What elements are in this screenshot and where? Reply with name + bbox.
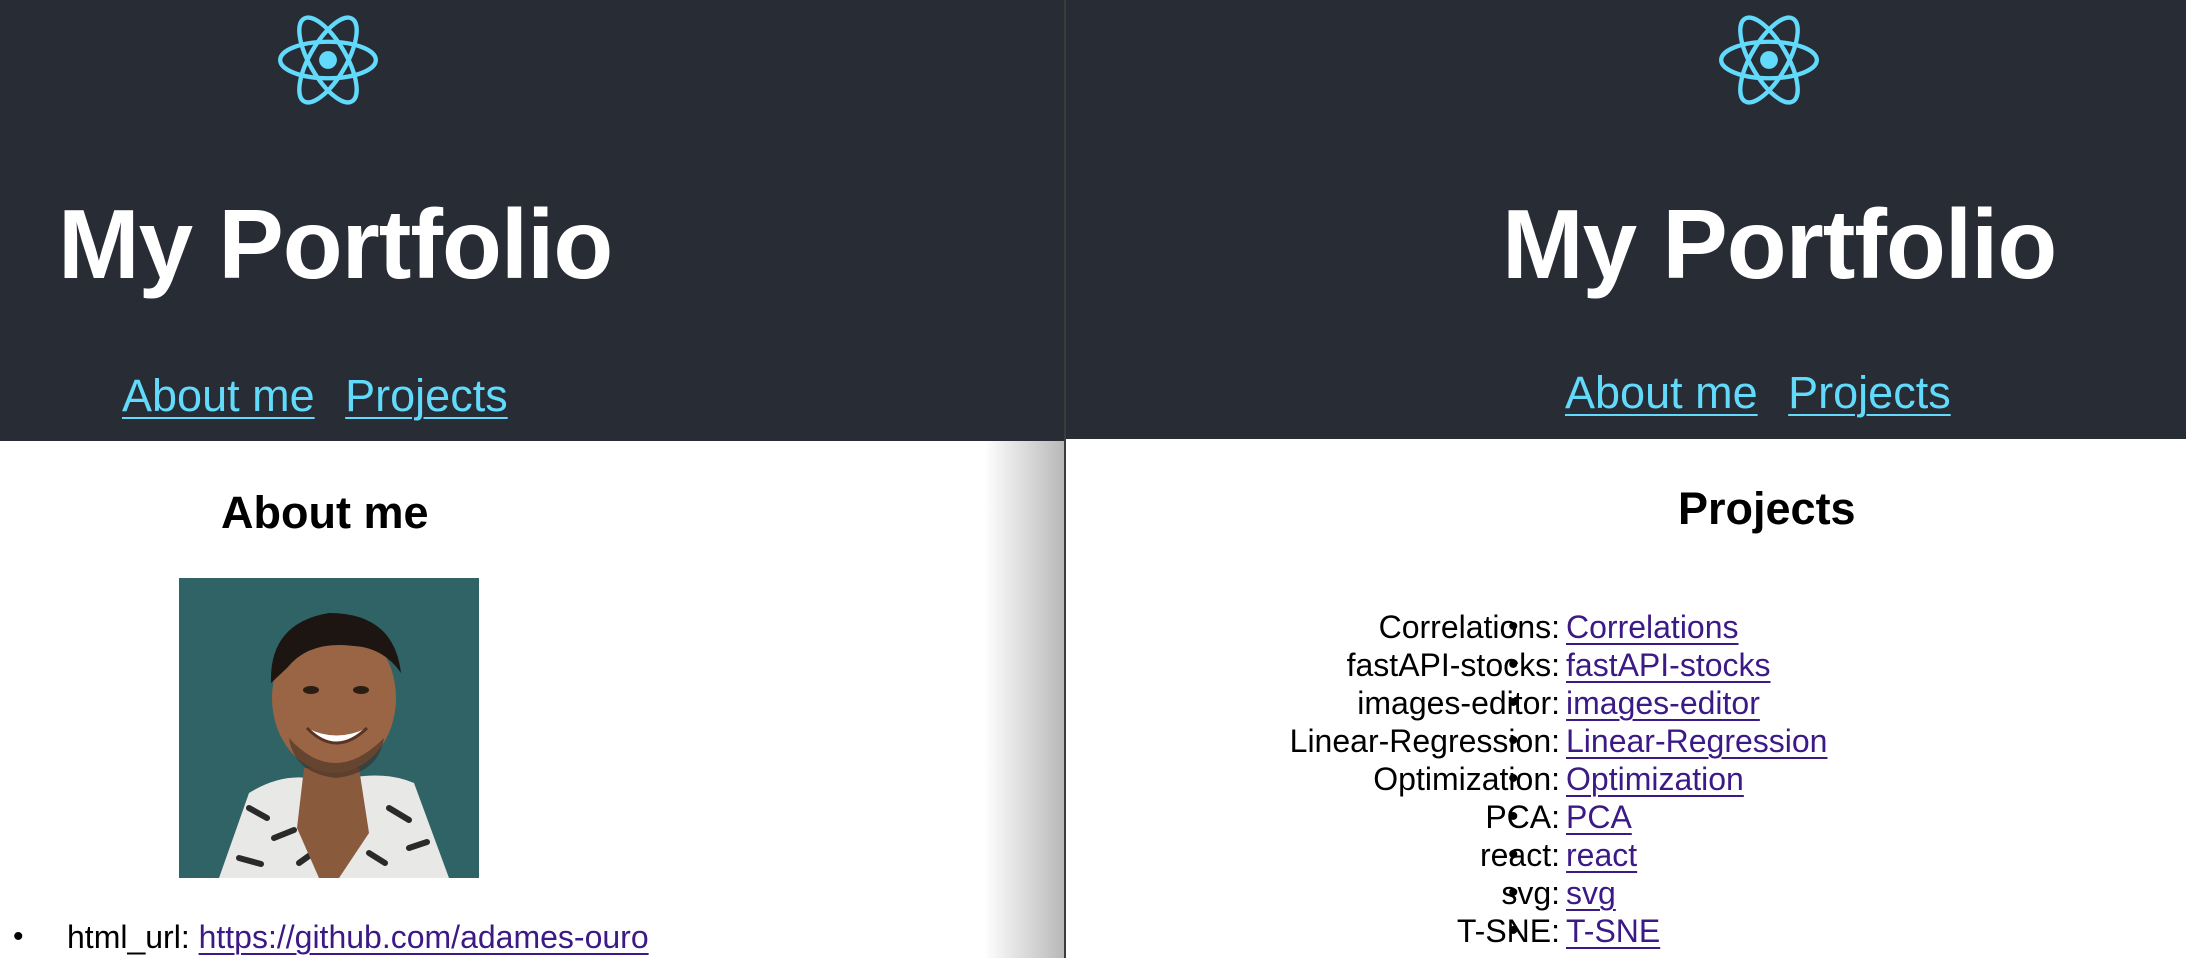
nav-projects-link[interactable]: Projects bbox=[1788, 367, 1951, 418]
site-title: My Portfolio bbox=[1502, 189, 2057, 299]
project-name: Optimization: bbox=[1373, 761, 1560, 797]
left-browser-pane: My Portfolio About me Projects About me bbox=[0, 0, 1064, 958]
project-name: Correlations: bbox=[1378, 609, 1560, 645]
project-name: react: bbox=[1479, 837, 1560, 873]
project-list-item: • Correlations: Correlations bbox=[1066, 608, 2186, 646]
bullet-icon: • bbox=[13, 920, 24, 953]
nav-projects-link[interactable]: Projects bbox=[345, 370, 508, 421]
nav-about-me-link[interactable]: About me bbox=[1565, 367, 1758, 418]
projects-heading: Projects bbox=[1678, 483, 1856, 534]
project-name: Linear-Regression: bbox=[1289, 723, 1560, 759]
project-link[interactable]: react bbox=[1566, 836, 1637, 874]
site-title: My Portfolio bbox=[58, 189, 613, 299]
project-link[interactable]: images-editor bbox=[1566, 684, 1760, 722]
list-item: • html_url: https://github.com/adames-ou… bbox=[0, 918, 649, 956]
about-me-heading: About me bbox=[221, 487, 429, 538]
site-header: My Portfolio About me Projects bbox=[0, 0, 1064, 441]
project-link[interactable]: Optimization bbox=[1566, 760, 1744, 798]
react-atom-icon bbox=[278, 15, 378, 105]
project-name: PCA: bbox=[1485, 799, 1560, 835]
project-name: T-SNE: bbox=[1456, 913, 1560, 949]
project-list-item: • Linear-Regression: Linear-Regression bbox=[1066, 722, 2186, 760]
project-list-item: • images-editor: images-editor bbox=[1066, 684, 2186, 722]
project-name: images-editor: bbox=[1357, 685, 1560, 721]
site-header: My Portfolio About me Projects bbox=[1066, 0, 2186, 439]
project-list-item: • T-SNE: T-SNE bbox=[1066, 912, 2186, 950]
project-link[interactable]: PCA bbox=[1566, 798, 1632, 836]
project-list-item: • fastAPI-stocks: fastAPI-stocks bbox=[1066, 646, 2186, 684]
html-url-link[interactable]: https://github.com/adames-ouro bbox=[199, 919, 649, 955]
profile-photo bbox=[179, 578, 479, 878]
project-link[interactable]: fastAPI-stocks bbox=[1566, 646, 1771, 684]
right-browser-pane: My Portfolio About me Projects Projects … bbox=[1066, 0, 2186, 958]
project-link[interactable]: T-SNE bbox=[1566, 912, 1660, 950]
main-nav: About me Projects bbox=[1565, 367, 1969, 419]
split-screen: My Portfolio About me Projects About me bbox=[0, 0, 2186, 958]
projects-list: • Correlations: Correlations • fastAPI-stock… bbox=[1066, 608, 2186, 950]
project-link[interactable]: Linear-Regression bbox=[1566, 722, 1827, 760]
pane-edge-shadow bbox=[984, 441, 1064, 958]
project-list-item: • Optimization: Optimization bbox=[1066, 760, 2186, 798]
project-name: svg: bbox=[1501, 875, 1560, 911]
main-nav: About me Projects bbox=[122, 370, 526, 422]
project-list-item: • react: react bbox=[1066, 836, 2186, 874]
field-key: html_url: bbox=[67, 919, 190, 955]
project-link[interactable]: svg bbox=[1566, 874, 1616, 912]
project-name: fastAPI-stocks: bbox=[1346, 647, 1560, 683]
project-list-item: • svg: svg bbox=[1066, 874, 2186, 912]
nav-about-me-link[interactable]: About me bbox=[122, 370, 315, 421]
project-list-item: • PCA: PCA bbox=[1066, 798, 2186, 836]
react-atom-icon bbox=[1719, 15, 1819, 105]
project-link[interactable]: Correlations bbox=[1566, 608, 1739, 646]
profile-details-list: • html_url: https://github.com/adames-ou… bbox=[0, 918, 649, 956]
profile-photo-image bbox=[179, 578, 479, 878]
